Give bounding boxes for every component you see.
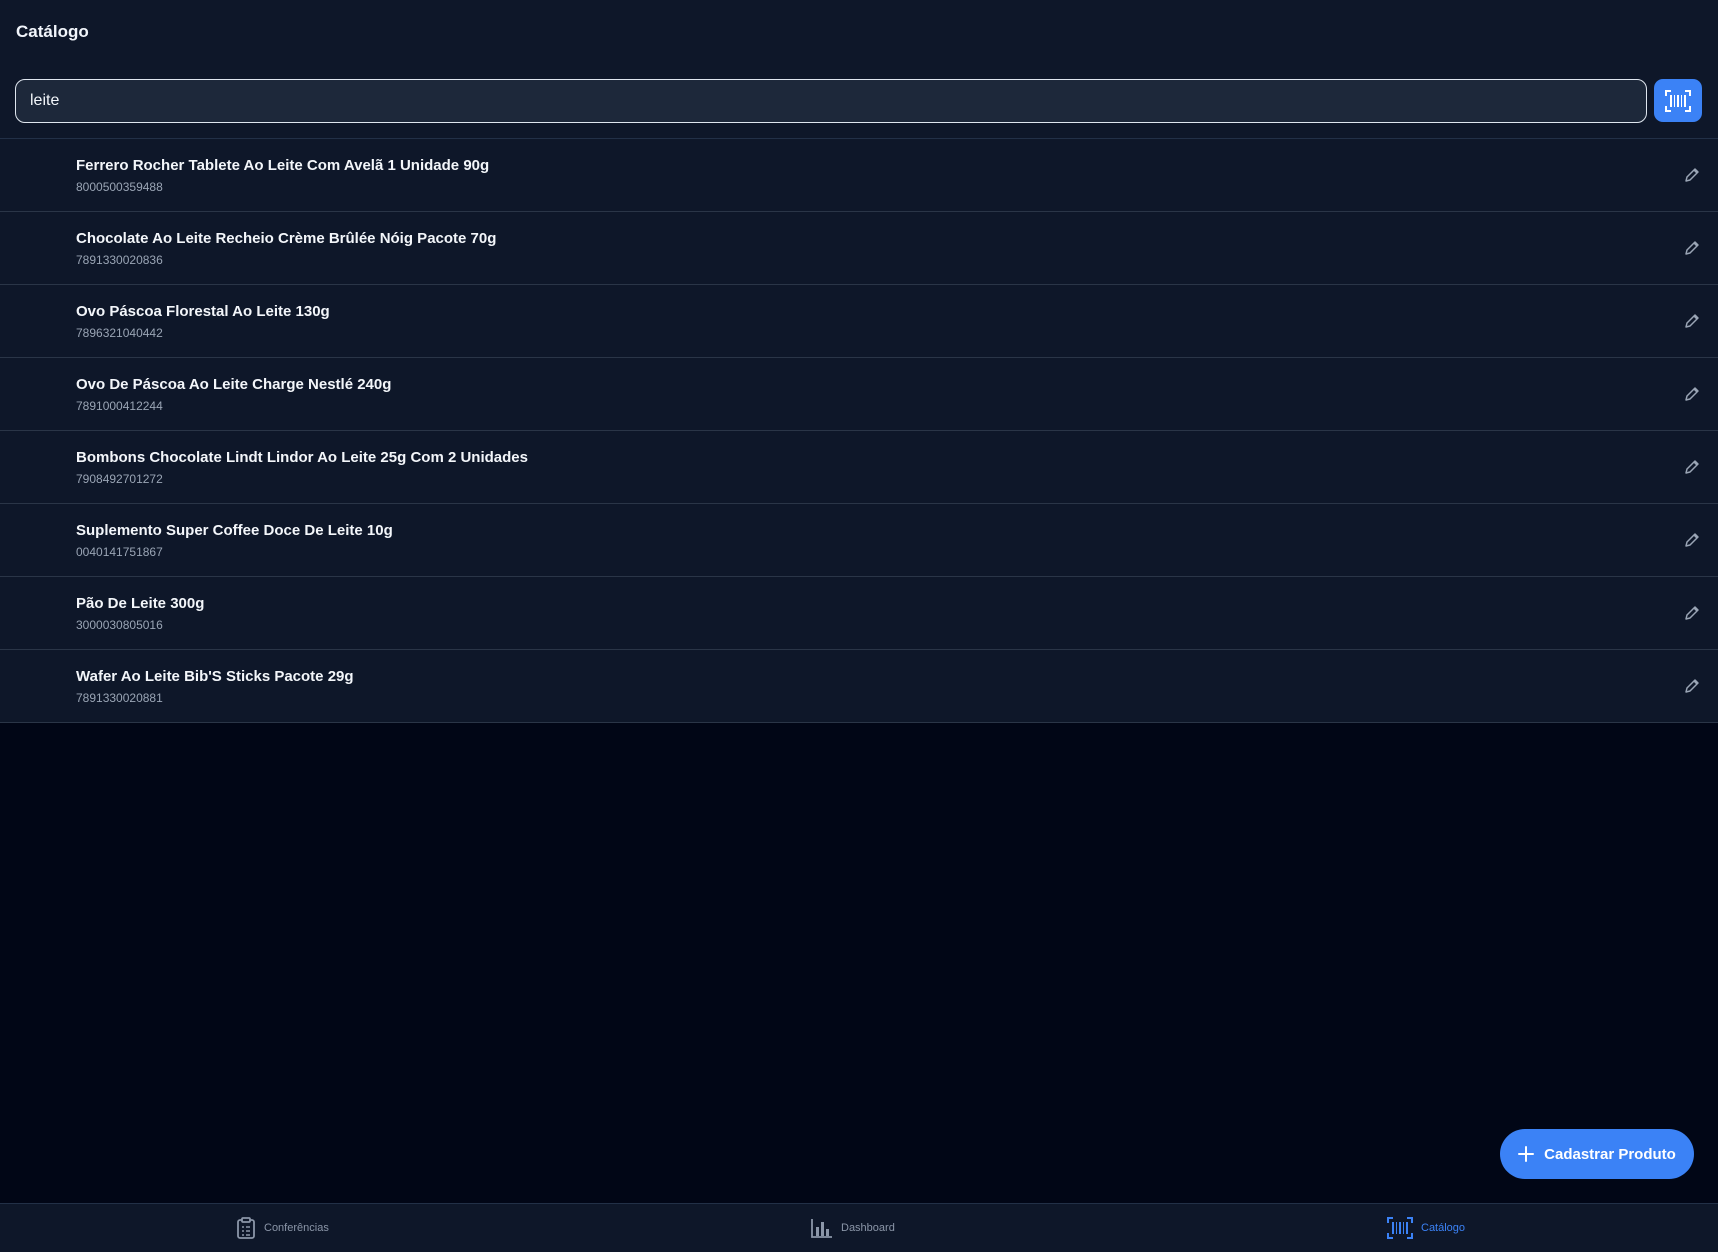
product-barcode: 7891330020881 [76,691,163,705]
edit-button[interactable] [1682,457,1702,477]
product-list: Ferrero Rocher Tablete Ao Leite Com Avel… [0,139,1718,723]
edit-button[interactable] [1682,165,1702,185]
product-barcode: 7891330020836 [76,253,163,267]
product-name: Suplemento Super Coffee Doce De Leite 10… [76,522,393,539]
add-product-label: Cadastrar Produto [1544,1145,1676,1163]
list-item[interactable]: Ferrero Rocher Tablete Ao Leite Com Avel… [0,139,1718,212]
product-name: Pão De Leite 300g [76,595,205,612]
product-name: Ovo Páscoa Florestal Ao Leite 130g [76,303,330,320]
product-name: Bombons Chocolate Lindt Lindor Ao Leite … [76,449,528,466]
pencil-icon [1685,314,1699,328]
pencil-icon [1685,241,1699,255]
product-barcode: 8000500359488 [76,180,163,194]
app: Catálogo Ferrero Rocher Tablete Ao Leite… [0,0,1718,1252]
edit-button[interactable] [1682,238,1702,258]
plus-icon [1518,1146,1535,1162]
pencil-icon [1685,533,1699,547]
edit-button[interactable] [1682,311,1702,331]
scan-barcode-button[interactable] [1654,79,1702,122]
barcode-scan-icon [1665,89,1691,112]
edit-button[interactable] [1682,384,1702,404]
list-item[interactable]: Wafer Ao Leite Bib'S Sticks Pacote 29g 7… [0,650,1718,723]
list-item[interactable]: Pão De Leite 300g 3000030805016 [0,577,1718,650]
product-barcode: 3000030805016 [76,618,163,632]
list-item[interactable]: Bombons Chocolate Lindt Lindor Ao Leite … [0,431,1718,504]
product-barcode: 7908492701272 [76,472,163,486]
edit-button[interactable] [1682,530,1702,550]
list-item[interactable]: Ovo Páscoa Florestal Ao Leite 130g 78963… [0,285,1718,358]
barcode-icon [1387,1217,1413,1239]
product-barcode: 7896321040442 [76,326,163,340]
page-title: Catálogo [16,22,89,41]
pencil-icon [1685,168,1699,182]
clipboard-icon [237,1217,255,1239]
product-name: Wafer Ao Leite Bib'S Sticks Pacote 29g [76,668,354,685]
search-input[interactable] [15,79,1647,123]
nav-item-catalogo[interactable]: Catálogo [1387,1216,1465,1240]
header: Catálogo [0,0,1718,139]
bar-chart-icon [811,1219,832,1238]
list-item[interactable]: Suplemento Super Coffee Doce De Leite 10… [0,504,1718,577]
list-item[interactable]: Ovo De Páscoa Ao Leite Charge Nestlé 240… [0,358,1718,431]
nav-label-dashboard: Dashboard [841,1222,895,1234]
nav-label-catalogo: Catálogo [1421,1222,1466,1234]
pencil-icon [1685,606,1699,620]
product-name: Ferrero Rocher Tablete Ao Leite Com Avel… [76,157,490,174]
nav-item-dashboard[interactable]: Dashboard [811,1216,895,1240]
edit-button[interactable] [1682,603,1702,623]
product-barcode: 7891000412244 [76,399,163,413]
pencil-icon [1685,387,1699,401]
nav-label-conferencias: Conferências [264,1222,329,1234]
product-barcode: 0040141751867 [76,545,163,559]
product-name: Ovo De Páscoa Ao Leite Charge Nestlé 240… [76,376,392,393]
pencil-icon [1685,460,1699,474]
list-item[interactable]: Chocolate Ao Leite Recheio Crème Brûlée … [0,212,1718,285]
edit-button[interactable] [1682,676,1702,696]
nav-item-conferencias[interactable]: Conferências [236,1216,329,1240]
pencil-icon [1685,679,1699,693]
product-name: Chocolate Ao Leite Recheio Crème Brûlée … [76,230,497,247]
bottom-nav: Conferências Dashboard Catálogo [0,1203,1718,1252]
add-product-button[interactable]: Cadastrar Produto [1500,1129,1694,1179]
